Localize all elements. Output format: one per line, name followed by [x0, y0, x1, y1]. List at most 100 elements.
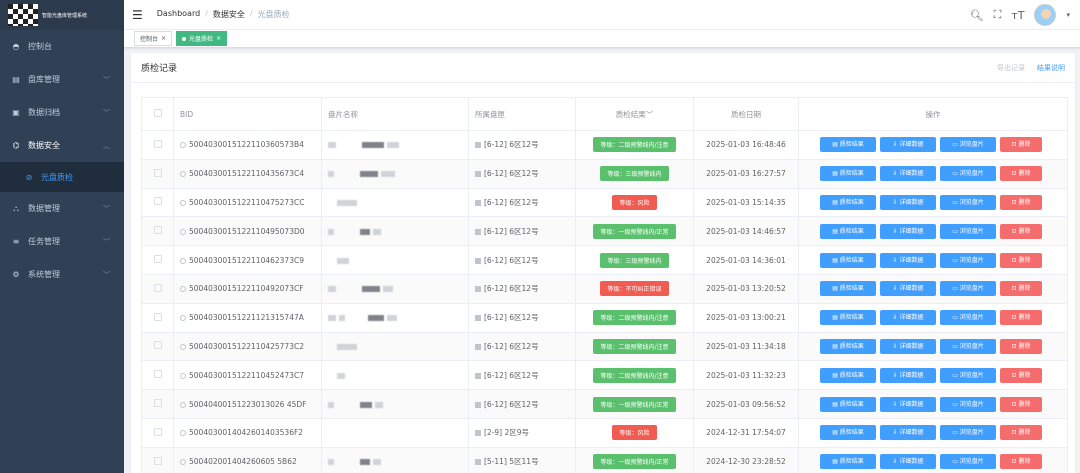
row-checkbox[interactable] [153, 370, 162, 379]
browse-button[interactable]: ▭ 浏览盘片 [940, 252, 996, 268]
browse-button[interactable]: ▭ 浏览盘片 [940, 223, 996, 239]
result-button[interactable]: ▤ 质检结果 [820, 367, 876, 383]
delete-button[interactable]: ⊡ 删除 [1000, 281, 1042, 297]
table-row[interactable]: 5004030014042601403536F2 [2-9] 2区9号 等级：风险 2… [141, 417, 1068, 448]
row-checkbox[interactable] [153, 427, 162, 436]
detail-button[interactable]: ⇩ 详细数据 [880, 425, 936, 441]
delete-button[interactable]: ⊡ 删除 [1000, 367, 1042, 383]
browse-button[interactable]: ▭ 浏览盘片 [940, 338, 996, 354]
browse-button[interactable]: ▭ 浏览盘片 [940, 194, 996, 210]
detail-button[interactable]: ⇩ 详细数据 [880, 166, 936, 182]
close-icon[interactable]: × [216, 35, 221, 42]
redacted-name [328, 315, 336, 322]
table-row[interactable]: 5004030015122110360573B4 [6-12] 6区12号 等级：二… [141, 130, 1068, 160]
row-checkbox[interactable] [153, 456, 162, 465]
result-button[interactable]: ▤ 质检结果 [820, 223, 876, 239]
result-button[interactable]: ▤ 质检结果 [820, 194, 876, 210]
result-button[interactable]: ▤ 质检结果 [820, 310, 876, 326]
select-all-checkbox[interactable] [153, 109, 162, 117]
detail-button[interactable]: ⇩ 详细数据 [880, 310, 936, 326]
sidebar-item-library[interactable]: ▤ 盘库管理 ﹀ [0, 63, 124, 96]
delete-button[interactable]: ⊡ 删除 [1000, 396, 1042, 412]
result-button[interactable]: ▤ 质检结果 [820, 338, 876, 354]
delete-button[interactable]: ⊡ 删除 [1000, 454, 1042, 470]
delete-button[interactable]: ⊡ 删除 [1000, 166, 1042, 182]
detail-button[interactable]: ⇩ 详细数据 [880, 252, 936, 268]
detail-button[interactable]: ⇩ 详细数据 [880, 338, 936, 354]
sidebar-item-task[interactable]: ≡ 任务管理 ﹀ [0, 225, 124, 258]
detail-button[interactable]: ⇩ 详细数据 [880, 194, 936, 210]
font-size-icon[interactable]: тT [1011, 9, 1024, 22]
result-button[interactable]: ▤ 质检结果 [820, 281, 876, 297]
row-checkbox[interactable] [153, 168, 162, 177]
tag-disc-check[interactable]: 光盘质检 × [176, 31, 228, 46]
detail-button[interactable]: ⇩ 详细数据 [880, 454, 936, 470]
disc-icon [180, 343, 186, 350]
explain-button[interactable]: 结果说明 [1037, 63, 1065, 73]
table-row[interactable]: 5004030015122110492073CF [6-12] 6区12号 等级：不… [141, 273, 1068, 304]
browse-button[interactable]: ▭ 浏览盘片 [940, 425, 996, 441]
result-button[interactable]: ▤ 质检结果 [820, 454, 876, 470]
button-label: 浏览盘片 [959, 285, 984, 293]
avatar[interactable] [1034, 4, 1057, 26]
detail-button[interactable]: ⇩ 详细数据 [880, 281, 936, 297]
tag-dashboard[interactable]: 控制台 × [134, 31, 173, 46]
row-checkbox[interactable] [153, 341, 162, 350]
table-row[interactable]: 5004030015122110495073D0 [6-12] 6区12号 等级：一… [141, 216, 1068, 247]
row-checkbox[interactable] [153, 226, 162, 235]
result-button[interactable]: ▤ 质检结果 [820, 252, 876, 268]
row-checkbox[interactable] [153, 197, 162, 206]
row-checkbox[interactable] [153, 399, 162, 408]
browse-button[interactable]: ▭ 浏览盘片 [940, 454, 996, 470]
row-checkbox[interactable] [153, 139, 162, 148]
caret-down-icon[interactable]: ▾ [1066, 11, 1070, 19]
export-button[interactable]: 导出记录 [997, 63, 1025, 73]
table-row[interactable]: 5004030015122110435673C4 [6-12] 6区12号 等级：三… [141, 158, 1068, 189]
sidebar-item-system[interactable]: ⚙ 系统管理 ﹀ [0, 258, 124, 291]
browse-button[interactable]: ▭ 浏览盘片 [940, 166, 996, 182]
detail-button[interactable]: ⇩ 详细数据 [880, 223, 936, 239]
delete-button[interactable]: ⊡ 删除 [1000, 310, 1042, 326]
table-row[interactable]: 5004030015122110462373C9 [6-12] 6区12号 等级：三… [141, 245, 1068, 275]
detail-button[interactable]: ⇩ 详细数据 [880, 396, 936, 412]
table-row[interactable]: 5004030015122110452473C7 [6-12] 6区12号 等级：二… [141, 360, 1068, 391]
table-row[interactable]: 50040300151221121315747A [6-12] 6区12号 等级：二… [141, 302, 1068, 333]
table-row[interactable]: 5004030015122110425773C2 [6-12] 6区12号 等级：二… [141, 331, 1068, 362]
delete-button[interactable]: ⊡ 删除 [1000, 194, 1042, 210]
detail-button[interactable]: ⇩ 详细数据 [880, 137, 936, 153]
result-button[interactable]: ▤ 质检结果 [820, 425, 876, 441]
sidebar-item-disc-check[interactable]: ⊘ 光盘质检 [0, 162, 124, 192]
result-button[interactable]: ▤ 质检结果 [820, 166, 876, 182]
browse-button[interactable]: ▭ 浏览盘片 [940, 310, 996, 326]
delete-button[interactable]: ⊡ 删除 [1000, 338, 1042, 354]
row-checkbox[interactable] [153, 283, 162, 292]
browse-button[interactable]: ▭ 浏览盘片 [940, 367, 996, 383]
delete-button[interactable]: ⊡ 删除 [1000, 137, 1042, 153]
browse-button[interactable]: ▭ 浏览盘片 [940, 137, 996, 153]
delete-button[interactable]: ⊡ 删除 [1000, 425, 1042, 441]
sidebar-item-data[interactable]: ⛬ 数据管理 ﹀ [0, 192, 124, 225]
row-checkbox[interactable] [153, 312, 162, 321]
fullscreen-icon[interactable]: ⛶ [994, 8, 1002, 22]
result-button[interactable]: ▤ 质检结果 [820, 396, 876, 412]
table-row[interactable]: 50040400151223013026 45DF [6-12] 6区12号 等级：… [141, 389, 1068, 419]
sidebar-item-dashboard[interactable]: ◓ 控制台 [0, 30, 124, 63]
browse-button[interactable]: ▭ 浏览盘片 [940, 396, 996, 412]
column-header-result[interactable]: 质检结果﹀ [575, 97, 694, 131]
row-checkbox[interactable] [153, 255, 162, 264]
sidebar-item-security[interactable]: ⌬ 数据安全 ︿ [0, 129, 124, 162]
close-icon[interactable]: × [161, 35, 166, 42]
browse-button[interactable]: ▭ 浏览盘片 [940, 281, 996, 297]
breadcrumb-dashboard[interactable]: Dashboard [157, 9, 200, 20]
sidebar-item-archive[interactable]: ▣ 数据归档 ﹀ [0, 96, 124, 129]
result-button[interactable]: ▤ 质检结果 [820, 137, 876, 153]
search-icon[interactable]: 🔍︎ [970, 9, 984, 22]
detail-button[interactable]: ⇩ 详细数据 [880, 367, 936, 383]
breadcrumb-security[interactable]: 数据安全 [213, 9, 245, 20]
delete-button[interactable]: ⊡ 删除 [1000, 252, 1042, 268]
table-row[interactable]: 5004030015122110475273CC [6-12] 6区12号 等级：风… [141, 187, 1068, 218]
hamburger-icon[interactable]: ☰ [132, 8, 143, 22]
filter-caret-icon[interactable]: ﹀ [646, 110, 654, 119]
delete-button[interactable]: ⊡ 删除 [1000, 223, 1042, 239]
table-row[interactable]: 500402001404260605 5B62 [5-11] 5区11号 等级：一级… [141, 446, 1068, 473]
